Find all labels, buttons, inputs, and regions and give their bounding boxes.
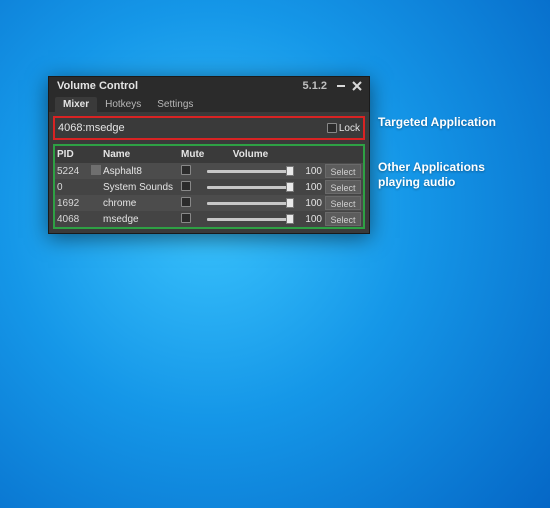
volume-value: 100 xyxy=(294,198,325,209)
volume-slider[interactable] xyxy=(207,166,294,176)
app-icon xyxy=(91,165,103,178)
mute-checkbox[interactable] xyxy=(181,165,207,178)
lock-label: Lock xyxy=(339,123,360,134)
cell-name: System Sounds xyxy=(103,182,181,193)
annotation-list-line2: playing audio xyxy=(378,175,455,190)
cell-pid: 1692 xyxy=(55,198,91,209)
select-button[interactable]: Select xyxy=(325,196,361,210)
header-pid: PID xyxy=(55,149,91,160)
target-application-input[interactable] xyxy=(58,122,327,134)
table-row: 0 System Sounds 100 Select xyxy=(55,179,363,195)
lock-toggle[interactable]: Lock xyxy=(327,123,360,134)
volume-value: 100 xyxy=(294,182,325,193)
cell-pid: 5224 xyxy=(55,166,91,177)
cell-name: chrome xyxy=(103,198,181,209)
volume-slider[interactable] xyxy=(207,214,294,224)
tab-hotkeys[interactable]: Hotkeys xyxy=(97,97,149,112)
volume-value: 100 xyxy=(294,214,325,225)
annotation-target: Targeted Application xyxy=(378,115,496,130)
list-header: PID Name Mute Volume xyxy=(55,146,363,163)
applications-list: PID Name Mute Volume 5224 Asphalt8 100 xyxy=(53,144,365,229)
annotation-list-line1: Other Applications xyxy=(378,160,485,175)
mute-checkbox[interactable] xyxy=(181,181,207,194)
volume-value: 100 xyxy=(294,166,325,177)
minimize-button[interactable] xyxy=(333,78,349,94)
table-row: 4068 msedge 100 Select xyxy=(55,211,363,227)
select-button[interactable]: Select xyxy=(325,180,361,194)
volume-slider[interactable] xyxy=(207,182,294,192)
volume-slider[interactable] xyxy=(207,198,294,208)
header-name: Name xyxy=(103,149,181,160)
header-volume: Volume xyxy=(207,149,294,160)
cell-pid: 0 xyxy=(55,182,91,193)
mute-checkbox[interactable] xyxy=(181,197,207,210)
mute-checkbox[interactable] xyxy=(181,213,207,226)
header-mute: Mute xyxy=(181,149,207,160)
table-row: 5224 Asphalt8 100 Select xyxy=(55,163,363,179)
tab-settings[interactable]: Settings xyxy=(149,97,201,112)
tab-mixer[interactable]: Mixer xyxy=(55,97,97,112)
table-row: 1692 chrome 100 Select xyxy=(55,195,363,211)
cell-name: msedge xyxy=(103,214,181,225)
desktop: Volume Control 5.1.2 Mixer Hotkeys Setti… xyxy=(0,0,550,508)
mixer-panel: Lock PID Name Mute Volume 5224 Asph xyxy=(49,112,369,233)
cell-pid: 4068 xyxy=(55,214,91,225)
window-version: 5.1.2 xyxy=(303,80,327,92)
lock-checkbox-icon xyxy=(327,123,337,133)
window-title: Volume Control xyxy=(57,80,303,92)
target-application-row: Lock xyxy=(53,116,365,140)
close-button[interactable] xyxy=(349,78,365,94)
volume-control-window: Volume Control 5.1.2 Mixer Hotkeys Setti… xyxy=(48,76,370,234)
select-button[interactable]: Select xyxy=(325,212,361,226)
select-button[interactable]: Select xyxy=(325,164,361,178)
tab-strip: Mixer Hotkeys Settings xyxy=(49,95,369,112)
cell-name: Asphalt8 xyxy=(103,166,181,177)
title-bar: Volume Control 5.1.2 xyxy=(49,77,369,95)
